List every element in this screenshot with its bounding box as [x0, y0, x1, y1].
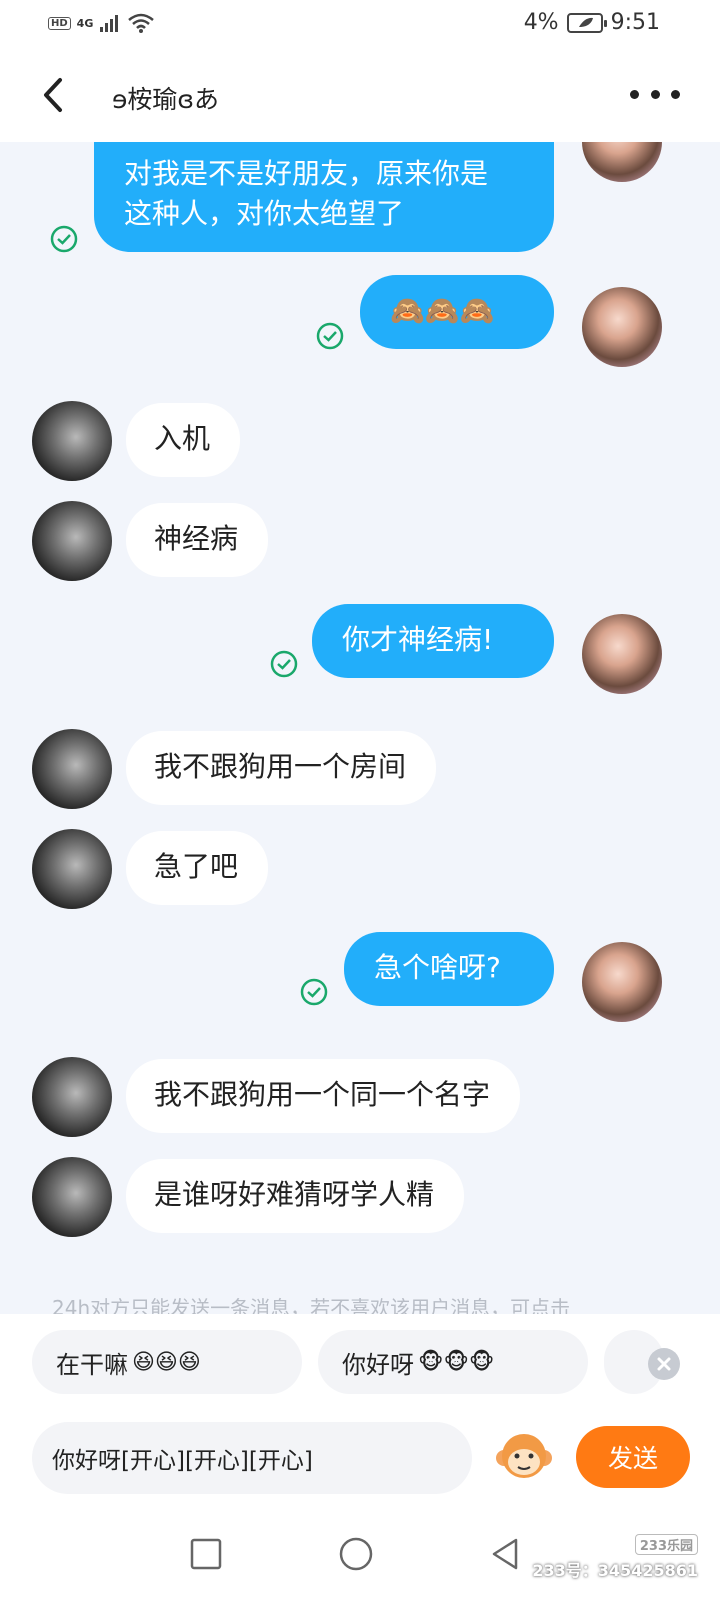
monkey-emoji-icon [496, 1434, 552, 1478]
message-text: 神经病 [154, 522, 239, 555]
status-right: 4% 9:51 [524, 10, 660, 35]
close-icon [657, 1357, 671, 1371]
message-bubble-outgoing[interactable]: 🙈🙈🙈 [360, 275, 554, 349]
message-bubble-incoming[interactable]: 急了吧 [126, 831, 269, 905]
message-bubble-outgoing[interactable]: 你才神经病! [312, 604, 554, 678]
quick-reply-chip[interactable]: 在干嘛 😆😆😆 [32, 1330, 302, 1394]
status-left: HD 4G [48, 12, 155, 34]
clock: 9:51 [610, 10, 660, 35]
my-avatar[interactable] [582, 142, 662, 182]
message-bubble-incoming[interactable]: 我不跟狗用一个房间 [126, 731, 437, 805]
contact-avatar[interactable] [32, 1157, 112, 1237]
quick-reply-bar: 在干嘛 😆😆😆 你好呀 🐵🐵🐵 [0, 1314, 720, 1404]
chevron-left-icon [44, 78, 62, 112]
recent-apps-square-icon[interactable] [186, 1534, 226, 1574]
contact-avatar[interactable] [32, 501, 112, 581]
signal-icon [100, 15, 119, 32]
message-text: 急了吧 [154, 850, 239, 883]
quick-reply-chip[interactable]: 你好呀 🐵🐵🐵 [318, 1330, 588, 1394]
quick-reply-emoji: 😆😆😆 [132, 1349, 201, 1375]
message-input-bar: 发送 [0, 1404, 720, 1510]
wifi-icon [128, 13, 155, 33]
my-avatar[interactable] [582, 614, 662, 694]
back-triangle-icon[interactable] [486, 1534, 526, 1574]
send-button[interactable]: 发送 [576, 1426, 690, 1488]
quick-reply-emoji: 🐵🐵🐵 [418, 1349, 495, 1375]
read-check-icon [270, 650, 298, 678]
contact-avatar[interactable] [32, 829, 112, 909]
message-text: 入机 [154, 422, 211, 455]
chat-header: ɘ桉瑜ɞあ [0, 50, 720, 142]
message-input[interactable] [32, 1422, 472, 1494]
message-list[interactable]: 对我是不是好朋友，原来你是 这种人，对你太绝望了 🙈🙈🙈 入机 神经病 你才神经… [0, 142, 720, 1314]
emoji-sticker: 🙈🙈🙈 [390, 294, 495, 327]
message-bubble-incoming[interactable]: 神经病 [126, 503, 269, 577]
quick-reply-text: 你好呀 [342, 1350, 414, 1379]
home-circle-icon[interactable] [336, 1534, 376, 1574]
message-text: 对我是不是好朋友，原来你是 [124, 157, 489, 190]
battery-percent: 4% [523, 10, 559, 35]
my-avatar[interactable] [582, 287, 662, 367]
message-text: 我不跟狗用一个同一个名字 [154, 1078, 491, 1111]
message-bubble-outgoing[interactable]: 对我是不是好朋友，原来你是 这种人，对你太绝望了 [94, 142, 554, 252]
more-dot-icon [671, 89, 680, 99]
limit-notice: 24h对方只能发送一条消息，若不喜欢该用户消息，可点击 [52, 1296, 571, 1314]
message-bubble-outgoing[interactable]: 急个啥呀? [344, 932, 554, 1006]
message-text: 这种人，对你太绝望了 [124, 197, 405, 230]
message-bubble-incoming[interactable]: 是谁呀好难猜呀学人精 [126, 1159, 465, 1233]
message-bubble-incoming[interactable]: 我不跟狗用一个同一个名字 [126, 1059, 521, 1133]
system-nav-bar: 233乐园 233号：345425861 [0, 1510, 720, 1600]
watermark-text: 233号：345425861 [532, 1561, 698, 1580]
close-quick-replies-button[interactable] [648, 1348, 680, 1380]
message-text: 我不跟狗用一个房间 [154, 750, 407, 783]
my-avatar[interactable] [582, 942, 662, 1022]
watermark: 233乐园 233号：345425861 [532, 1534, 698, 1581]
more-dot-icon [650, 89, 660, 99]
message-text: 急个啥呀? [374, 951, 501, 984]
quick-reply-text: 在干嘛 [56, 1350, 128, 1379]
message-text: 是谁呀好难猜呀学人精 [154, 1178, 435, 1211]
more-dot-icon [630, 89, 639, 99]
contact-avatar[interactable] [32, 1057, 112, 1137]
read-check-icon [316, 322, 344, 350]
message-bubble-incoming[interactable]: 入机 [126, 403, 241, 477]
contact-avatar[interactable] [32, 729, 112, 809]
back-button[interactable] [34, 70, 78, 120]
watermark-logo: 233乐园 [634, 1534, 698, 1555]
hd-indicator: HD [48, 16, 71, 30]
contact-avatar[interactable] [32, 401, 112, 481]
emoji-button[interactable] [494, 1426, 554, 1486]
network-indicator: 4G [76, 16, 94, 30]
chat-title: ɘ桉瑜ɞあ [112, 85, 219, 114]
battery-icon [566, 12, 607, 33]
message-text: 你才神经病! [342, 623, 494, 656]
read-check-icon [50, 225, 78, 253]
status-bar: HD 4G 4% 9:51 [0, 0, 720, 50]
more-options-button[interactable] [630, 78, 680, 110]
read-check-icon [300, 978, 328, 1006]
